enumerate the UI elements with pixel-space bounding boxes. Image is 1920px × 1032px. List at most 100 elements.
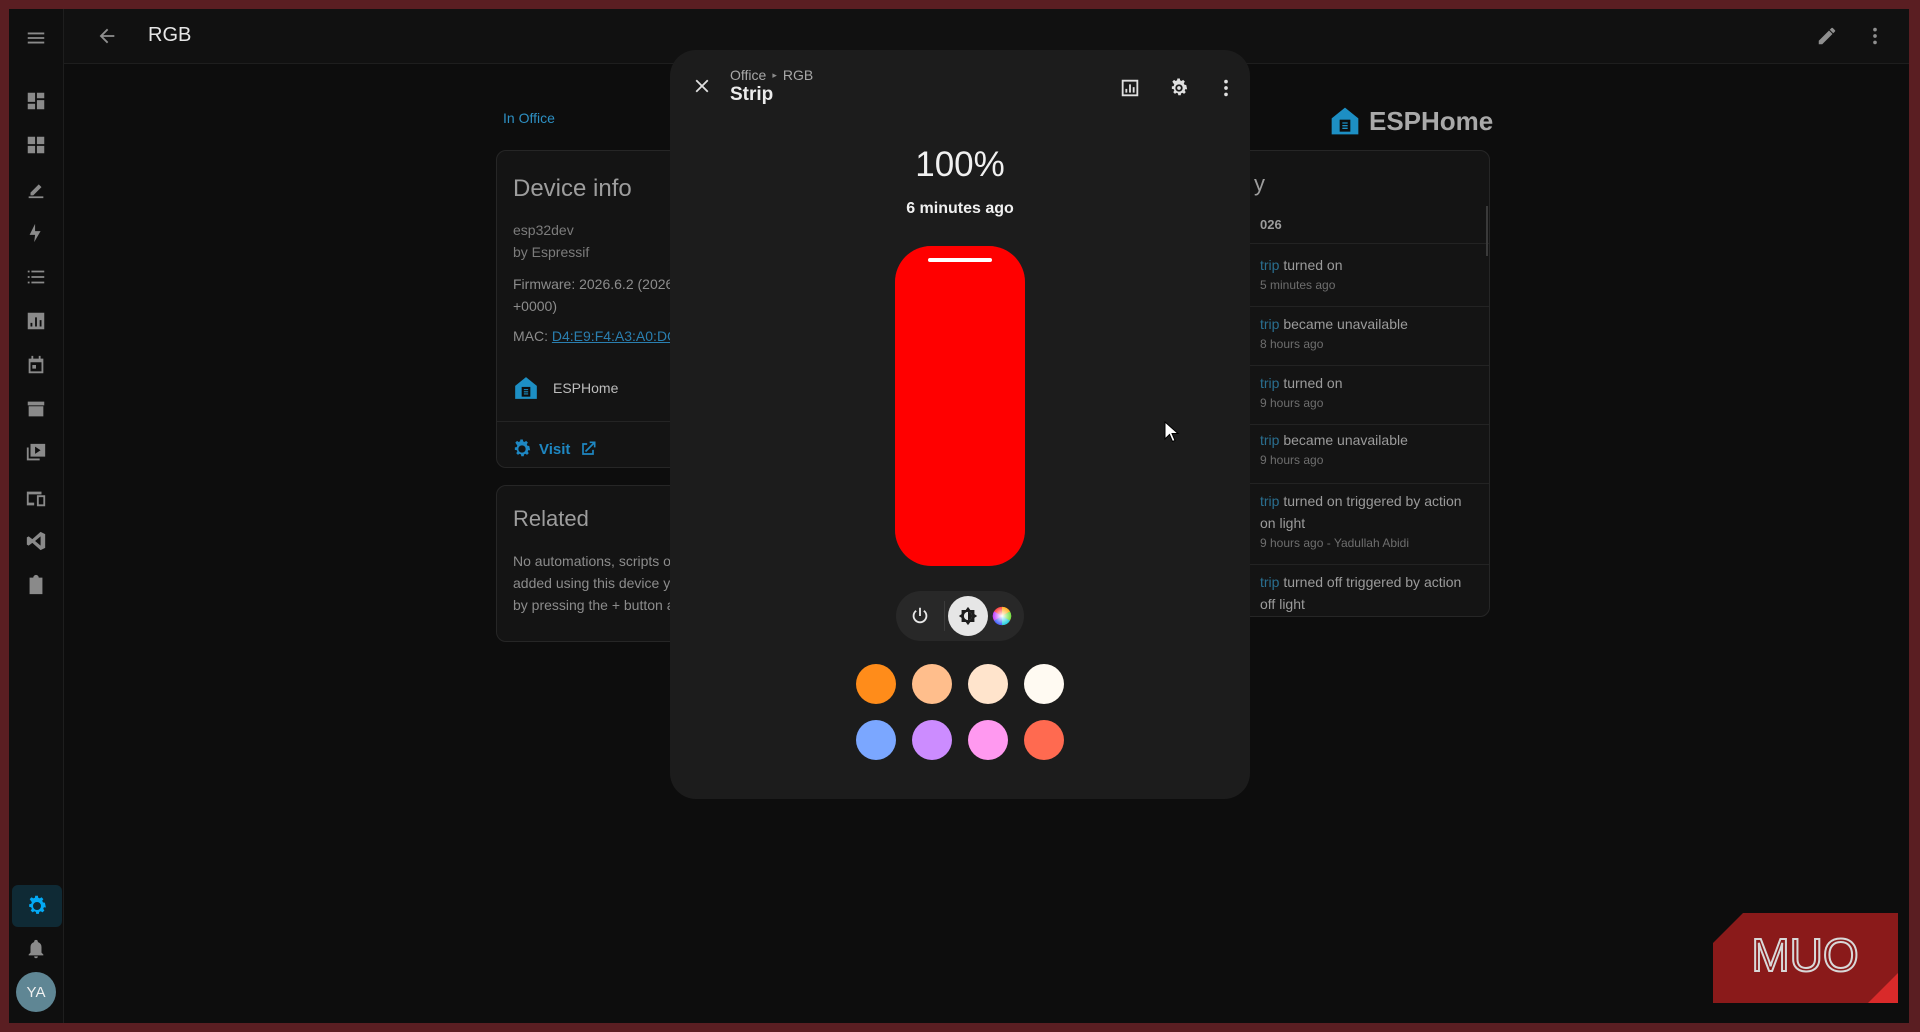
history-chart-icon[interactable] — [1115, 73, 1145, 103]
media-icon[interactable] — [21, 438, 51, 468]
color-swatch[interactable] — [856, 720, 896, 760]
log-entity[interactable]: trip — [1260, 432, 1279, 448]
breadcrumb-device[interactable]: RGB — [783, 67, 813, 83]
log-time: 9 hours ago - Yadullah Abidi — [1260, 536, 1409, 550]
esphome-brand: ESPHome — [1329, 105, 1493, 137]
last-changed: 6 minutes ago — [906, 200, 1014, 217]
logbook-title: y — [1254, 171, 1265, 196]
log-text: turned off triggered by action — [1279, 574, 1462, 590]
device-model: esp32dev — [513, 222, 574, 238]
close-icon[interactable] — [686, 70, 718, 102]
settings-cog-icon[interactable] — [1164, 73, 1194, 103]
sidebar: YA — [9, 9, 64, 1023]
brightness-slider[interactable] — [895, 246, 1025, 566]
related-text-line-3: by pressing the + button a — [513, 597, 675, 613]
hacs-icon[interactable] — [21, 394, 51, 424]
svg-text:MUO: MUO — [1751, 929, 1858, 981]
logbook-date: 026 — [1260, 217, 1282, 232]
logbook-card: y 026 trip turned on 5 minutes ago trip … — [1231, 150, 1490, 617]
integration-name: ESPHome — [553, 380, 619, 396]
log-text: turned on — [1279, 257, 1343, 273]
more-vertical-icon[interactable] — [1211, 73, 1241, 103]
app-window: YA RGB In Office Device info esp32dev by… — [9, 9, 1909, 1023]
log-time: 8 hours ago — [1260, 337, 1324, 351]
power-icon[interactable] — [900, 596, 940, 636]
settings-icon[interactable] — [12, 885, 62, 927]
brightness-slider-handle[interactable] — [928, 258, 992, 262]
log-text-line-2: off light — [1260, 596, 1305, 612]
mode-selector — [896, 591, 1024, 641]
brand-name: ESPHome — [1369, 105, 1494, 136]
list-item[interactable]: trip turned on triggered by action on li… — [1232, 485, 1489, 565]
avatar[interactable]: YA — [16, 972, 56, 1012]
brightness-percentage: 100% — [915, 145, 1005, 184]
breadcrumb-separator-icon: ▸ — [772, 69, 777, 80]
open-external-icon — [582, 441, 596, 455]
energy-icon[interactable] — [21, 218, 51, 248]
visit-label: Visit — [539, 440, 571, 458]
device-firmware-tz: +0000) — [513, 298, 557, 314]
back-arrow-icon[interactable] — [94, 23, 120, 49]
color-swatch[interactable] — [856, 664, 896, 704]
log-text: became unavailable — [1279, 432, 1408, 448]
log-time: 5 minutes ago — [1260, 278, 1336, 292]
list-item[interactable]: trip turned off triggered by action off … — [1232, 566, 1489, 616]
integration-row[interactable]: ESPHome — [513, 375, 618, 401]
calendar-icon[interactable] — [21, 350, 51, 380]
clipboard-icon[interactable] — [21, 570, 51, 600]
log-text: became unavailable — [1279, 316, 1408, 332]
color-swatch[interactable] — [912, 664, 952, 704]
muo-watermark-logo: MUO — [1713, 913, 1898, 1003]
list-item[interactable]: trip became unavailable 9 hours ago — [1232, 426, 1489, 484]
light-dialog: Office ▸ RGB Strip 100% 6 minutes ago — [670, 50, 1250, 799]
device-manufacturer: by Espressif — [513, 244, 590, 260]
dashboard-icon[interactable] — [21, 130, 51, 160]
devices-icon[interactable] — [21, 483, 51, 513]
vscode-icon[interactable] — [21, 526, 51, 556]
mac-value[interactable]: D4:E9:F4:A3:A0:DC — [552, 328, 677, 344]
mac-label: MAC: — [513, 328, 552, 344]
log-entity[interactable]: trip — [1260, 574, 1279, 590]
menu-icon[interactable] — [21, 23, 51, 53]
related-text-line-2: added using this device y — [513, 575, 671, 591]
color-swatch[interactable] — [968, 720, 1008, 760]
color-swatch[interactable] — [912, 720, 952, 760]
log-entity[interactable]: trip — [1260, 257, 1279, 273]
mouse-cursor-icon — [1164, 421, 1180, 443]
log-time: 9 hours ago — [1260, 453, 1324, 467]
color-wheel-icon[interactable] — [982, 596, 1022, 636]
breadcrumb-area[interactable]: Office — [730, 67, 766, 83]
device-info-title: Device info — [513, 175, 632, 202]
history-icon[interactable] — [21, 306, 51, 336]
log-entity[interactable]: trip — [1260, 493, 1279, 509]
device-mac: MAC: D4:E9:F4:A3:A0:DC — [513, 328, 677, 344]
log-entity[interactable]: trip — [1260, 375, 1279, 391]
page-title: RGB — [148, 24, 192, 46]
todo-icon[interactable] — [21, 262, 51, 292]
device-firmware: Firmware: 2026.6.2 (2026 — [513, 276, 674, 292]
gear-icon — [514, 439, 531, 457]
esphome-logo-icon — [515, 377, 537, 399]
list-item[interactable]: trip turned on 9 hours ago — [1232, 367, 1489, 425]
list-item[interactable]: trip became unavailable 8 hours ago — [1232, 308, 1489, 366]
area-link[interactable]: In Office — [503, 110, 555, 126]
logbook-icon[interactable] — [21, 174, 51, 204]
esphome-logo-icon — [1331, 107, 1359, 135]
log-text-line-2: on light — [1260, 515, 1306, 531]
list-item[interactable]: trip turned on 5 minutes ago — [1232, 249, 1489, 307]
log-text: turned on — [1279, 375, 1343, 391]
color-swatch[interactable] — [968, 664, 1008, 704]
breadcrumb: Office ▸ RGB — [730, 67, 813, 83]
visit-link[interactable]: Visit — [511, 438, 598, 460]
log-text: turned on triggered by action — [1279, 493, 1462, 509]
color-swatch[interactable] — [1024, 720, 1064, 760]
overview-icon[interactable] — [21, 86, 51, 116]
log-entity[interactable]: trip — [1260, 316, 1279, 332]
color-swatch[interactable] — [1024, 664, 1064, 704]
dialog-title: Strip — [730, 84, 774, 105]
log-time: 9 hours ago — [1260, 396, 1324, 410]
bell-icon[interactable] — [21, 934, 51, 964]
brightness-slider-fill — [895, 246, 1025, 566]
pencil-icon[interactable] — [1814, 23, 1840, 49]
more-vertical-icon[interactable] — [1862, 23, 1888, 49]
